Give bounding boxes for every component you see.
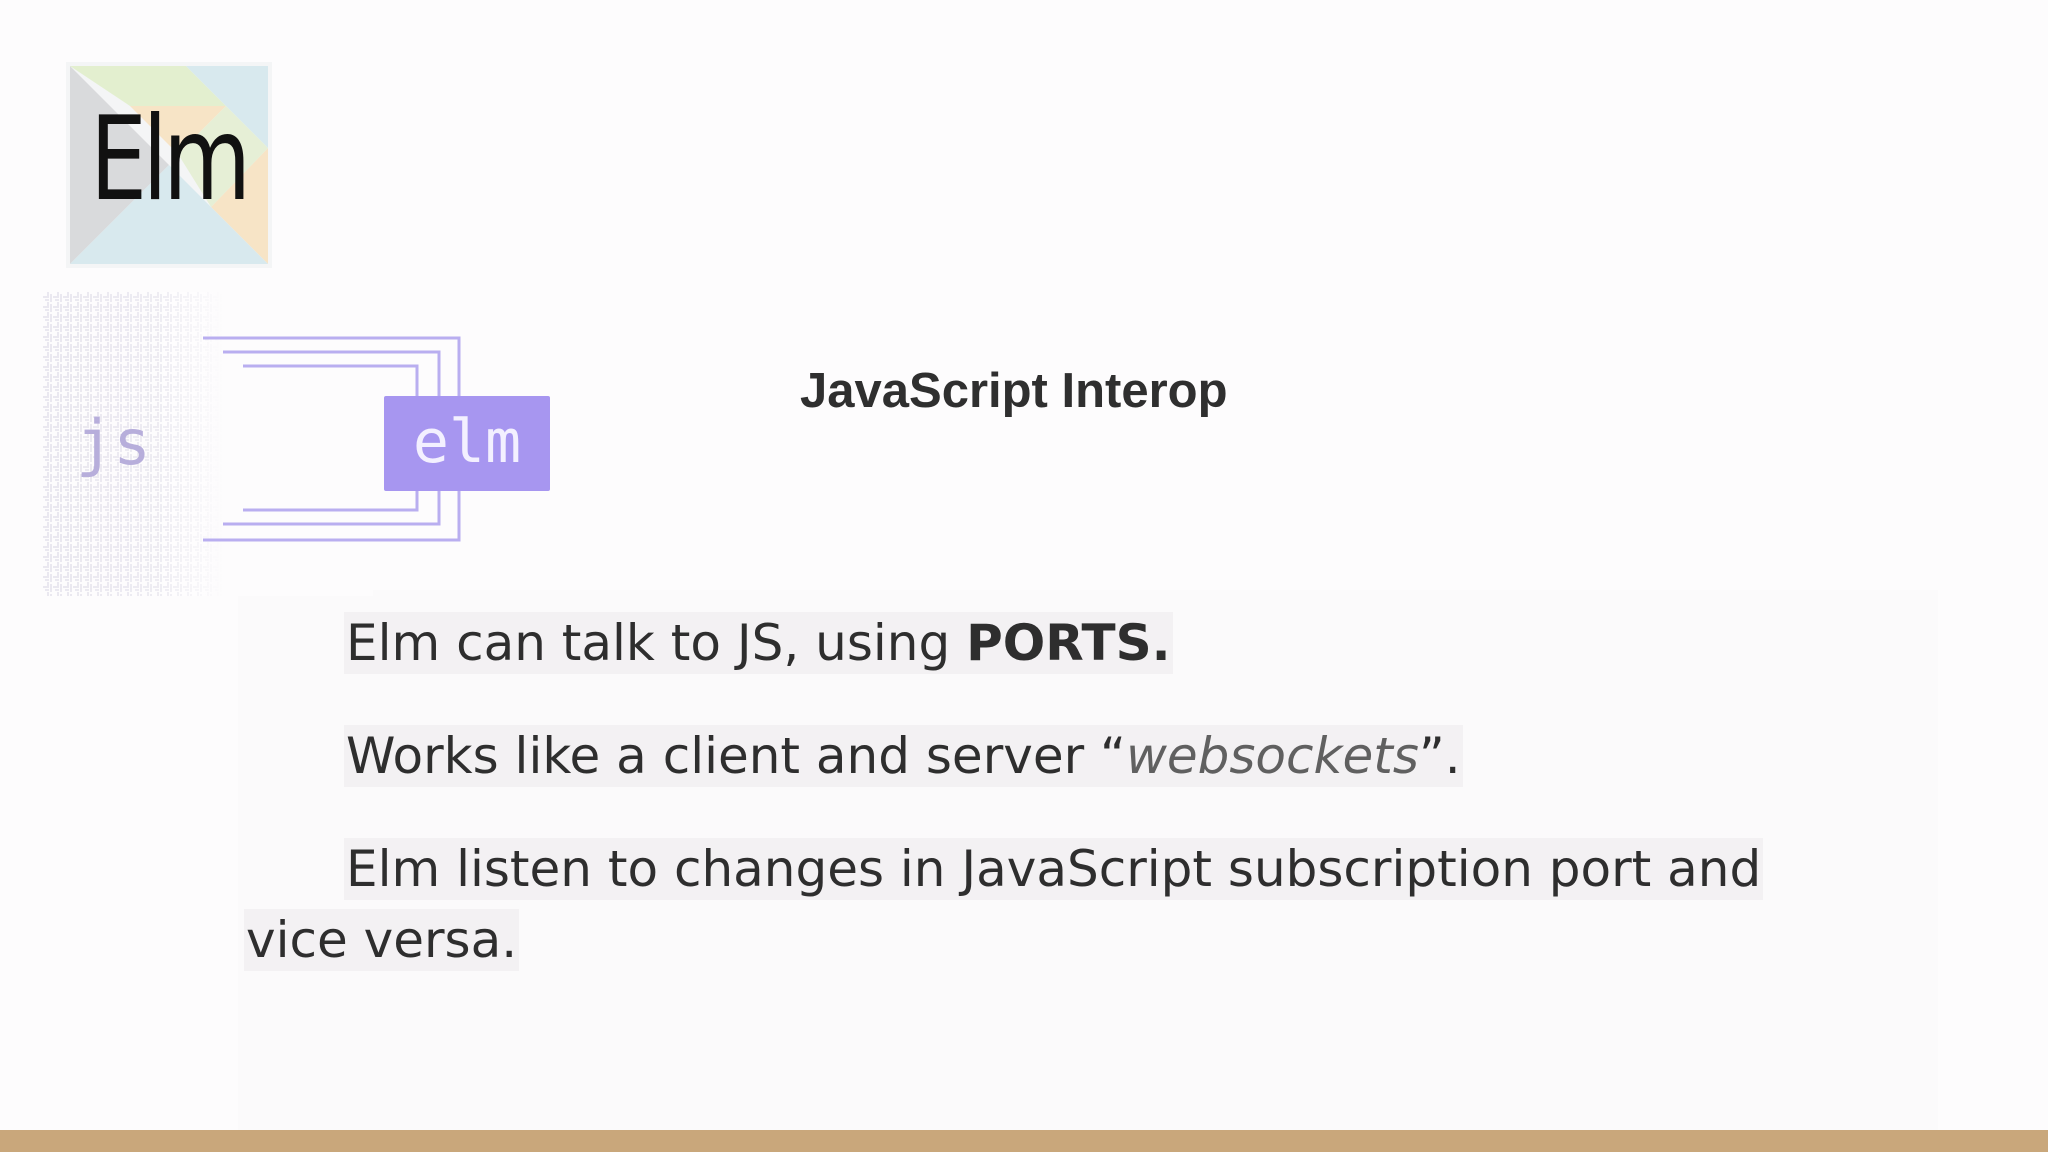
bullet-ports-bold: PORTS. [966, 614, 1171, 672]
bullet-subscription: Elm listen to changes in JavaScript subs… [244, 834, 1844, 976]
elm-logo: Elm [66, 62, 272, 268]
bullet-websockets-suffix: ”. [1418, 727, 1461, 785]
bullet-subscription-line-2: vice versa. [244, 909, 520, 971]
js-elm-diagram: js elm [43, 292, 563, 596]
bullet-websockets-highlight: Works like a client and server “websocke… [344, 725, 1463, 787]
slide-title: JavaScript Interop [800, 364, 1228, 418]
bullet-websockets: Works like a client and server “websocke… [344, 721, 1463, 792]
bullet-ports: Elm can talk to JS, using PORTS. [344, 608, 1173, 679]
elm-logo-text: Elm [90, 92, 251, 227]
bullet-subscription-line-1: Elm listen to changes in JavaScript subs… [344, 838, 1764, 900]
slide: Elm js elm JavaScript Interop Elm can ta… [0, 0, 2048, 1152]
bullet-websockets-italic: websockets [1125, 727, 1419, 785]
js-label: js [76, 406, 151, 479]
elm-box-label: elm [412, 407, 522, 477]
bullet-ports-highlight: Elm can talk to JS, using PORTS. [344, 612, 1173, 674]
footer-bar [0, 1130, 2048, 1152]
bullet-ports-text: Elm can talk to JS, using [346, 614, 967, 672]
bullet-websockets-text: Works like a client and server “ [346, 727, 1126, 785]
elm-box: elm [384, 396, 550, 491]
